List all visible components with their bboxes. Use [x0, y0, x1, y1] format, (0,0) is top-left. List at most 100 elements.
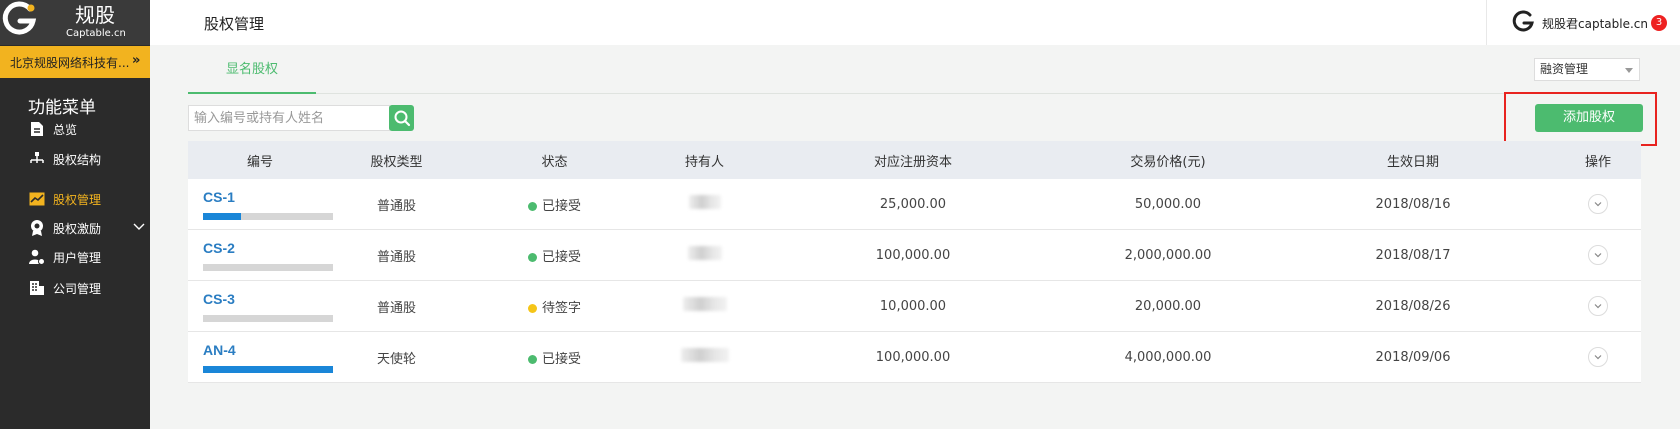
equity-id-link[interactable]: CS-2 — [203, 240, 235, 256]
trend-chart-icon — [28, 190, 46, 208]
logo-domain: Captable.cn — [66, 28, 126, 39]
chevron-down-icon — [1594, 253, 1602, 258]
search-input[interactable] — [188, 105, 390, 131]
column-header-date: 生效日期 — [1386, 154, 1439, 170]
add-equity-button[interactable]: 添加股权 — [1535, 104, 1643, 132]
registered-capital: 25,000.00 — [879, 196, 947, 212]
table-row: AN-4 天使轮 已接受 100,000.00 4,000,000.00 201… — [188, 332, 1641, 383]
status-text: 待签字 — [541, 300, 581, 316]
registered-capital: 100,000.00 — [875, 349, 951, 365]
chevron-down-icon — [1594, 202, 1602, 207]
column-header-id: 编号 — [246, 154, 273, 170]
transaction-price: 50,000.00 — [1134, 196, 1202, 212]
sidebar-item-equity-management[interactable]: 股权管理 — [28, 188, 146, 210]
sidebar-item-label: 股权管理 — [53, 192, 102, 207]
table-row: CS-3 普通股 待签字 10,000.00 20,000.00 2018/08… — [188, 281, 1641, 332]
id-cell: AN-4 — [188, 332, 333, 383]
status-text: 已接受 — [541, 351, 581, 367]
row-expand-button[interactable] — [1588, 245, 1608, 265]
transaction-price: 4,000,000.00 — [1124, 349, 1212, 365]
holder-name-redacted — [682, 297, 727, 311]
top-header: 股权管理 规股君captable.cn 3 — [150, 0, 1680, 45]
actions-cell — [1555, 296, 1641, 316]
logo[interactable]: 规股 Captable.cn — [0, 0, 175, 45]
id-cell: CS-3 — [188, 281, 333, 332]
actions-cell — [1555, 194, 1641, 214]
menu-title: 功能菜单 — [28, 98, 96, 118]
row-expand-button[interactable] — [1588, 347, 1608, 367]
progress-bar — [203, 314, 333, 322]
holder-cell — [648, 246, 761, 264]
actions-cell — [1555, 347, 1641, 367]
status-dot — [527, 354, 537, 364]
chevron-down-icon — [1594, 355, 1602, 360]
effective-date: 2018/08/17 — [1375, 247, 1451, 263]
tab-registered-equity[interactable]: 显名股权 — [188, 58, 316, 94]
user-name: 规股君captable.cn — [1542, 17, 1648, 31]
actions-cell — [1555, 245, 1641, 265]
chevron-down-icon — [1594, 304, 1602, 309]
progress-fill — [203, 212, 241, 220]
column-header-status: 状态 — [541, 154, 568, 170]
user-logo-icon — [1512, 10, 1534, 32]
page-title: 股权管理 — [204, 15, 265, 33]
search-icon — [394, 110, 410, 127]
building-icon — [28, 279, 46, 297]
chevron-down-icon[interactable] — [132, 220, 146, 237]
finance-management-select[interactable]: 融资管理 — [1534, 58, 1640, 81]
sidebar-item-overview[interactable]: 总览 — [28, 118, 146, 140]
effective-date: 2018/08/26 — [1375, 298, 1451, 314]
equity-type: 天使轮 — [376, 351, 416, 367]
registered-capital: 100,000.00 — [875, 247, 951, 263]
column-header-holder: 持有人 — [684, 154, 724, 170]
sidebar-item-label: 股权结构 — [53, 152, 102, 167]
caret-down-icon — [1625, 68, 1633, 73]
select-value: 融资管理 — [1540, 62, 1589, 76]
equity-id-link[interactable]: AN-4 — [203, 342, 236, 358]
status-dot — [527, 201, 537, 211]
user-menu[interactable]: 规股君captable.cn 3 — [1486, 0, 1680, 45]
effective-date: 2018/08/16 — [1375, 196, 1451, 212]
company-name: 北京规股网络科技有... — [10, 55, 130, 70]
holder-name-redacted — [687, 246, 722, 260]
notification-badge[interactable]: 3 — [1651, 15, 1667, 31]
row-expand-button[interactable] — [1588, 194, 1608, 214]
equity-id-link[interactable]: CS-3 — [203, 291, 235, 307]
id-cell: CS-2 — [188, 230, 333, 281]
holder-cell — [648, 195, 761, 213]
sidebar-item-company-management[interactable]: 公司管理 — [28, 277, 146, 299]
tab-divider — [188, 93, 1640, 94]
registered-capital: 10,000.00 — [879, 298, 947, 314]
row-expand-button[interactable] — [1588, 296, 1608, 316]
org-chart-icon — [28, 150, 46, 168]
status-dot — [527, 303, 537, 313]
status-dot — [527, 252, 537, 262]
sidebar-item-label: 用户管理 — [53, 250, 102, 265]
status-text: 已接受 — [541, 249, 581, 265]
holder-cell — [648, 348, 761, 366]
holder-name-redacted — [680, 348, 729, 362]
status-cell: 已接受 — [461, 195, 648, 214]
status-cell: 已接受 — [461, 246, 648, 265]
company-switcher[interactable]: 北京规股网络科技有... » — [0, 46, 150, 78]
table-row: CS-1 普通股 已接受 25,000.00 50,000.00 2018/08… — [188, 179, 1641, 230]
sidebar-item-label: 股权激励 — [53, 221, 102, 236]
status-text: 已接受 — [541, 198, 581, 214]
equity-type: 普通股 — [376, 198, 416, 214]
sidebar: 规股 Captable.cn 北京规股网络科技有... » 功能菜单 总览 股权… — [0, 0, 175, 429]
holder-name-redacted — [688, 195, 721, 209]
column-header-capital: 对应注册资本 — [873, 154, 952, 170]
id-cell: CS-1 — [188, 179, 333, 230]
equity-id-link[interactable]: CS-1 — [203, 189, 235, 205]
logo-g-icon — [2, 1, 37, 35]
search-button[interactable] — [389, 105, 414, 131]
column-header-actions: 操作 — [1584, 154, 1611, 170]
sidebar-item-label: 公司管理 — [53, 281, 102, 296]
sidebar-item-equity-structure[interactable]: 股权结构 — [28, 148, 146, 170]
logo-name: 规股 — [75, 3, 115, 27]
double-chevron-right-icon[interactable]: » — [132, 53, 146, 69]
equity-type: 普通股 — [376, 249, 416, 265]
sidebar-item-equity-incentive[interactable]: 股权激励 — [28, 217, 146, 239]
progress-bar — [203, 263, 333, 271]
sidebar-item-user-management[interactable]: 用户管理 — [28, 246, 146, 268]
